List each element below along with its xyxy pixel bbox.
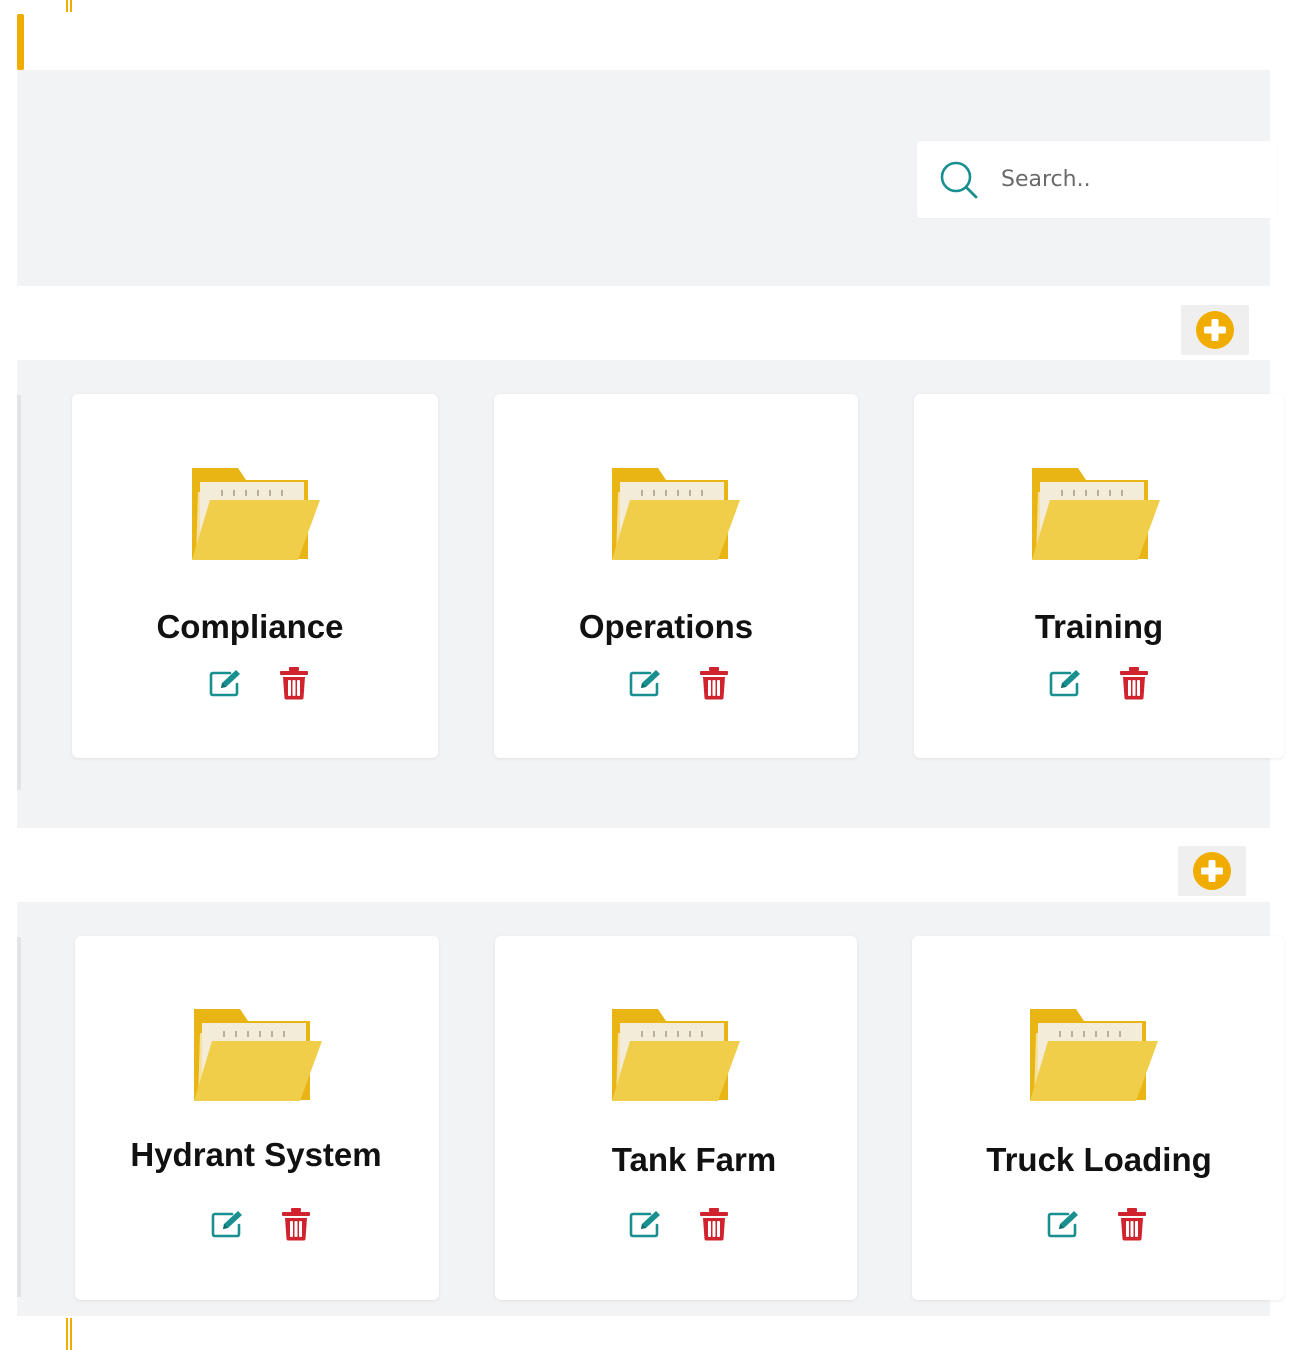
delete-button[interactable] [695,664,733,702]
folder-card[interactable]: Tank Farm [495,936,857,1300]
edit-button[interactable] [627,1205,665,1243]
folder-name: Tank Farm [611,1141,777,1178]
edit-icon [1049,670,1080,697]
folder-icon [612,468,740,560]
card-actions [998,1205,1198,1243]
trash-icon [1120,667,1148,700]
edit-icon [629,670,660,697]
search-input[interactable] [999,166,1223,193]
edit-button[interactable] [209,1205,247,1243]
divider-line [66,1318,68,1350]
delete-button[interactable] [1115,664,1153,702]
trash-icon [280,667,308,700]
folder-name: Truck Loading [986,1141,1212,1178]
section-header [17,288,1270,360]
folder-icon [1030,1009,1158,1101]
card-actions [580,664,780,702]
trash-icon [1118,1208,1146,1241]
folder-icon [194,1009,322,1101]
delete-button[interactable] [695,1205,733,1243]
card-actions [1000,664,1200,702]
folder-icon [612,1009,740,1101]
edit-icon [209,670,240,697]
delete-button[interactable] [275,664,313,702]
edit-icon [629,1211,660,1238]
folder-card[interactable]: Hydrant System [75,936,439,1300]
divider-line [70,0,72,12]
card-actions [580,1205,780,1243]
accent-bar [17,14,24,70]
card-actions [160,664,360,702]
plus-circle-icon [1196,311,1234,349]
folder-name: Hydrant System [130,1136,382,1173]
edit-button[interactable] [1045,1205,1083,1243]
edit-button[interactable] [627,664,665,702]
divider-line [66,0,68,12]
scroll-edge [17,937,21,1297]
folder-icon [192,468,320,560]
folder-card[interactable]: Operations [494,394,858,758]
divider-line [70,1318,72,1350]
folder-name: Compliance [156,608,344,645]
add-folder-button[interactable] [1181,305,1249,355]
folder-name: Training [1034,608,1164,645]
section-header [17,830,1270,902]
scroll-edge [17,395,21,790]
edit-button[interactable] [1047,664,1085,702]
folder-card[interactable]: Training [914,394,1284,758]
folder-icon [1032,468,1160,560]
search-box [917,141,1277,218]
trash-icon [700,667,728,700]
search-icon[interactable] [937,158,981,202]
delete-button[interactable] [277,1205,315,1243]
plus-circle-icon [1193,852,1231,890]
folder-card[interactable]: Compliance [72,394,438,758]
trash-icon [282,1208,310,1241]
folder-name: Operations [578,608,754,645]
edit-icon [211,1211,242,1238]
edit-button[interactable] [207,664,245,702]
card-actions [162,1205,362,1243]
edit-icon [1047,1211,1078,1238]
delete-button[interactable] [1113,1205,1151,1243]
add-folder-button[interactable] [1178,846,1246,896]
trash-icon [700,1208,728,1241]
folder-card[interactable]: Truck Loading [912,936,1284,1300]
